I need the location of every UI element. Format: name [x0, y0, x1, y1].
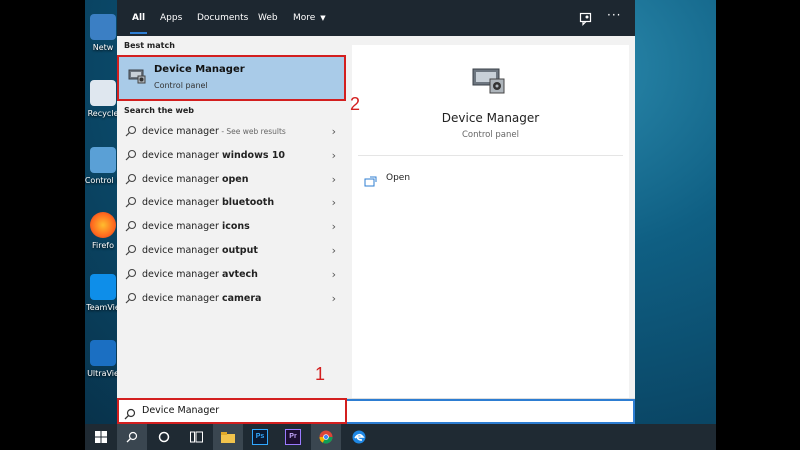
chevron-right-icon[interactable]: ›: [332, 268, 336, 281]
file-explorer-icon[interactable]: [213, 424, 243, 450]
edge-icon[interactable]: [344, 424, 374, 450]
taskbar: Ps Pr: [85, 424, 716, 450]
photoshop-label: Ps: [252, 429, 268, 445]
tab-more[interactable]: More ▼: [293, 0, 326, 36]
web-result-query: device manager: [142, 197, 222, 209]
section-search-web: Search the web: [124, 106, 195, 115]
web-result-text: device manager windows 10: [142, 150, 285, 161]
recycle-bin-icon: [90, 80, 116, 106]
web-result-query: device manager: [142, 245, 222, 256]
search-icon: [125, 149, 137, 161]
open-label: Open: [386, 173, 411, 183]
web-result-item[interactable]: device manager windows 10 ›: [117, 145, 346, 168]
search-filter-bar: All Apps Documents Web More ▼ ···: [117, 0, 635, 36]
search-box[interactable]: Device Manager: [117, 398, 635, 425]
network-icon: [90, 14, 116, 40]
web-result-suggestion: open: [221, 173, 249, 185]
annotation-number-2: 2: [350, 94, 361, 114]
search-icon: [125, 244, 137, 256]
web-result-text: device manager camera: [142, 293, 261, 304]
web-result-suggestion: output: [221, 245, 258, 256]
web-result-query: device manager: [142, 268, 222, 280]
windows-icon[interactable]: [86, 424, 116, 450]
web-result-text: device manager output: [142, 245, 258, 256]
search-icon: [125, 125, 137, 137]
chevron-right-icon[interactable]: ›: [332, 196, 336, 209]
web-result-suggestion: camera: [221, 292, 262, 304]
search-icon: [125, 268, 137, 280]
chevron-right-icon[interactable]: ›: [332, 244, 336, 257]
ultraviewer-icon: [90, 340, 116, 366]
search-box-focus-outline: [347, 399, 635, 424]
web-result-item[interactable]: device manager output ›: [117, 240, 346, 263]
web-result-suggestion: windows 10: [221, 149, 286, 161]
web-result-item[interactable]: device manager bluetooth ›: [117, 192, 346, 215]
web-result-text: device manager open: [142, 174, 249, 185]
preview-title: Device Manager: [441, 111, 540, 125]
premiere-icon[interactable]: Pr: [278, 424, 308, 450]
web-result-text: device manager icons: [142, 221, 250, 232]
tab-documents[interactable]: Documents: [197, 0, 248, 36]
preview-pane: Device Manager Control panel Open: [352, 45, 629, 398]
web-result-query: device manager: [142, 149, 222, 161]
chevron-right-icon[interactable]: ›: [332, 220, 336, 233]
web-result-hint: - See web results: [218, 127, 286, 136]
tab-apps[interactable]: Apps: [160, 0, 182, 36]
tab-more-label: More: [293, 13, 316, 23]
web-result-item[interactable]: device manager icons ›: [117, 216, 346, 239]
web-result-text: device manager bluetooth: [142, 197, 274, 208]
web-result-item[interactable]: device manager open ›: [117, 169, 346, 192]
search-icon: [125, 173, 137, 185]
chevron-right-icon[interactable]: ›: [332, 125, 336, 138]
cortana-icon[interactable]: [149, 424, 179, 450]
web-result-suggestion: icons: [221, 221, 250, 233]
search-icon: [125, 220, 137, 232]
open-action[interactable]: Open: [364, 169, 484, 189]
chevron-down-icon: ▼: [320, 14, 326, 22]
search-icon: [125, 292, 137, 304]
taskbar-search-icon[interactable]: [117, 424, 147, 450]
control-panel-icon: [90, 147, 116, 173]
section-best-match: Best match: [124, 41, 175, 50]
web-result-item[interactable]: device manager - See web results ›: [117, 121, 346, 144]
web-result-suggestion: bluetooth: [221, 197, 275, 209]
chrome-icon[interactable]: [311, 424, 341, 450]
tab-all[interactable]: All: [129, 0, 148, 36]
more-options-icon[interactable]: ···: [607, 8, 621, 22]
web-result-text: device manager - See web results: [142, 126, 286, 137]
annotation-number-1: 1: [315, 364, 326, 384]
task-view-icon[interactable]: [181, 424, 211, 450]
web-result-query: device manager: [142, 126, 219, 137]
teamviewer-icon: [90, 274, 116, 300]
web-result-text: device manager avtech: [142, 269, 258, 280]
web-result-query: device manager: [142, 292, 222, 304]
web-result-query: device manager: [142, 221, 222, 233]
letterbox-left: [0, 0, 85, 450]
web-result-item[interactable]: device manager camera ›: [117, 288, 346, 311]
device-manager-large-icon: [470, 63, 508, 97]
premiere-label: Pr: [285, 429, 301, 445]
divider: [358, 155, 623, 156]
photoshop-icon[interactable]: Ps: [245, 424, 275, 450]
chevron-right-icon[interactable]: ›: [332, 292, 336, 305]
firefox-icon: [90, 212, 116, 238]
open-icon: [364, 172, 377, 187]
search-icon: [125, 196, 137, 208]
annotation-box-2: [117, 55, 346, 101]
preview-subtitle: Control panel: [461, 130, 519, 140]
web-result-query: device manager: [142, 173, 222, 185]
tab-web[interactable]: Web: [258, 0, 278, 36]
feedback-icon[interactable]: [579, 11, 593, 26]
web-result-suggestion: avtech: [221, 268, 258, 280]
start-search-panel: All Apps Documents Web More ▼ ··· Best m…: [117, 0, 635, 424]
chevron-right-icon[interactable]: ›: [332, 173, 336, 186]
chevron-right-icon[interactable]: ›: [332, 149, 336, 162]
web-result-item[interactable]: device manager avtech ›: [117, 264, 346, 287]
letterbox-right: [716, 0, 800, 450]
annotation-box-1: [117, 398, 347, 424]
